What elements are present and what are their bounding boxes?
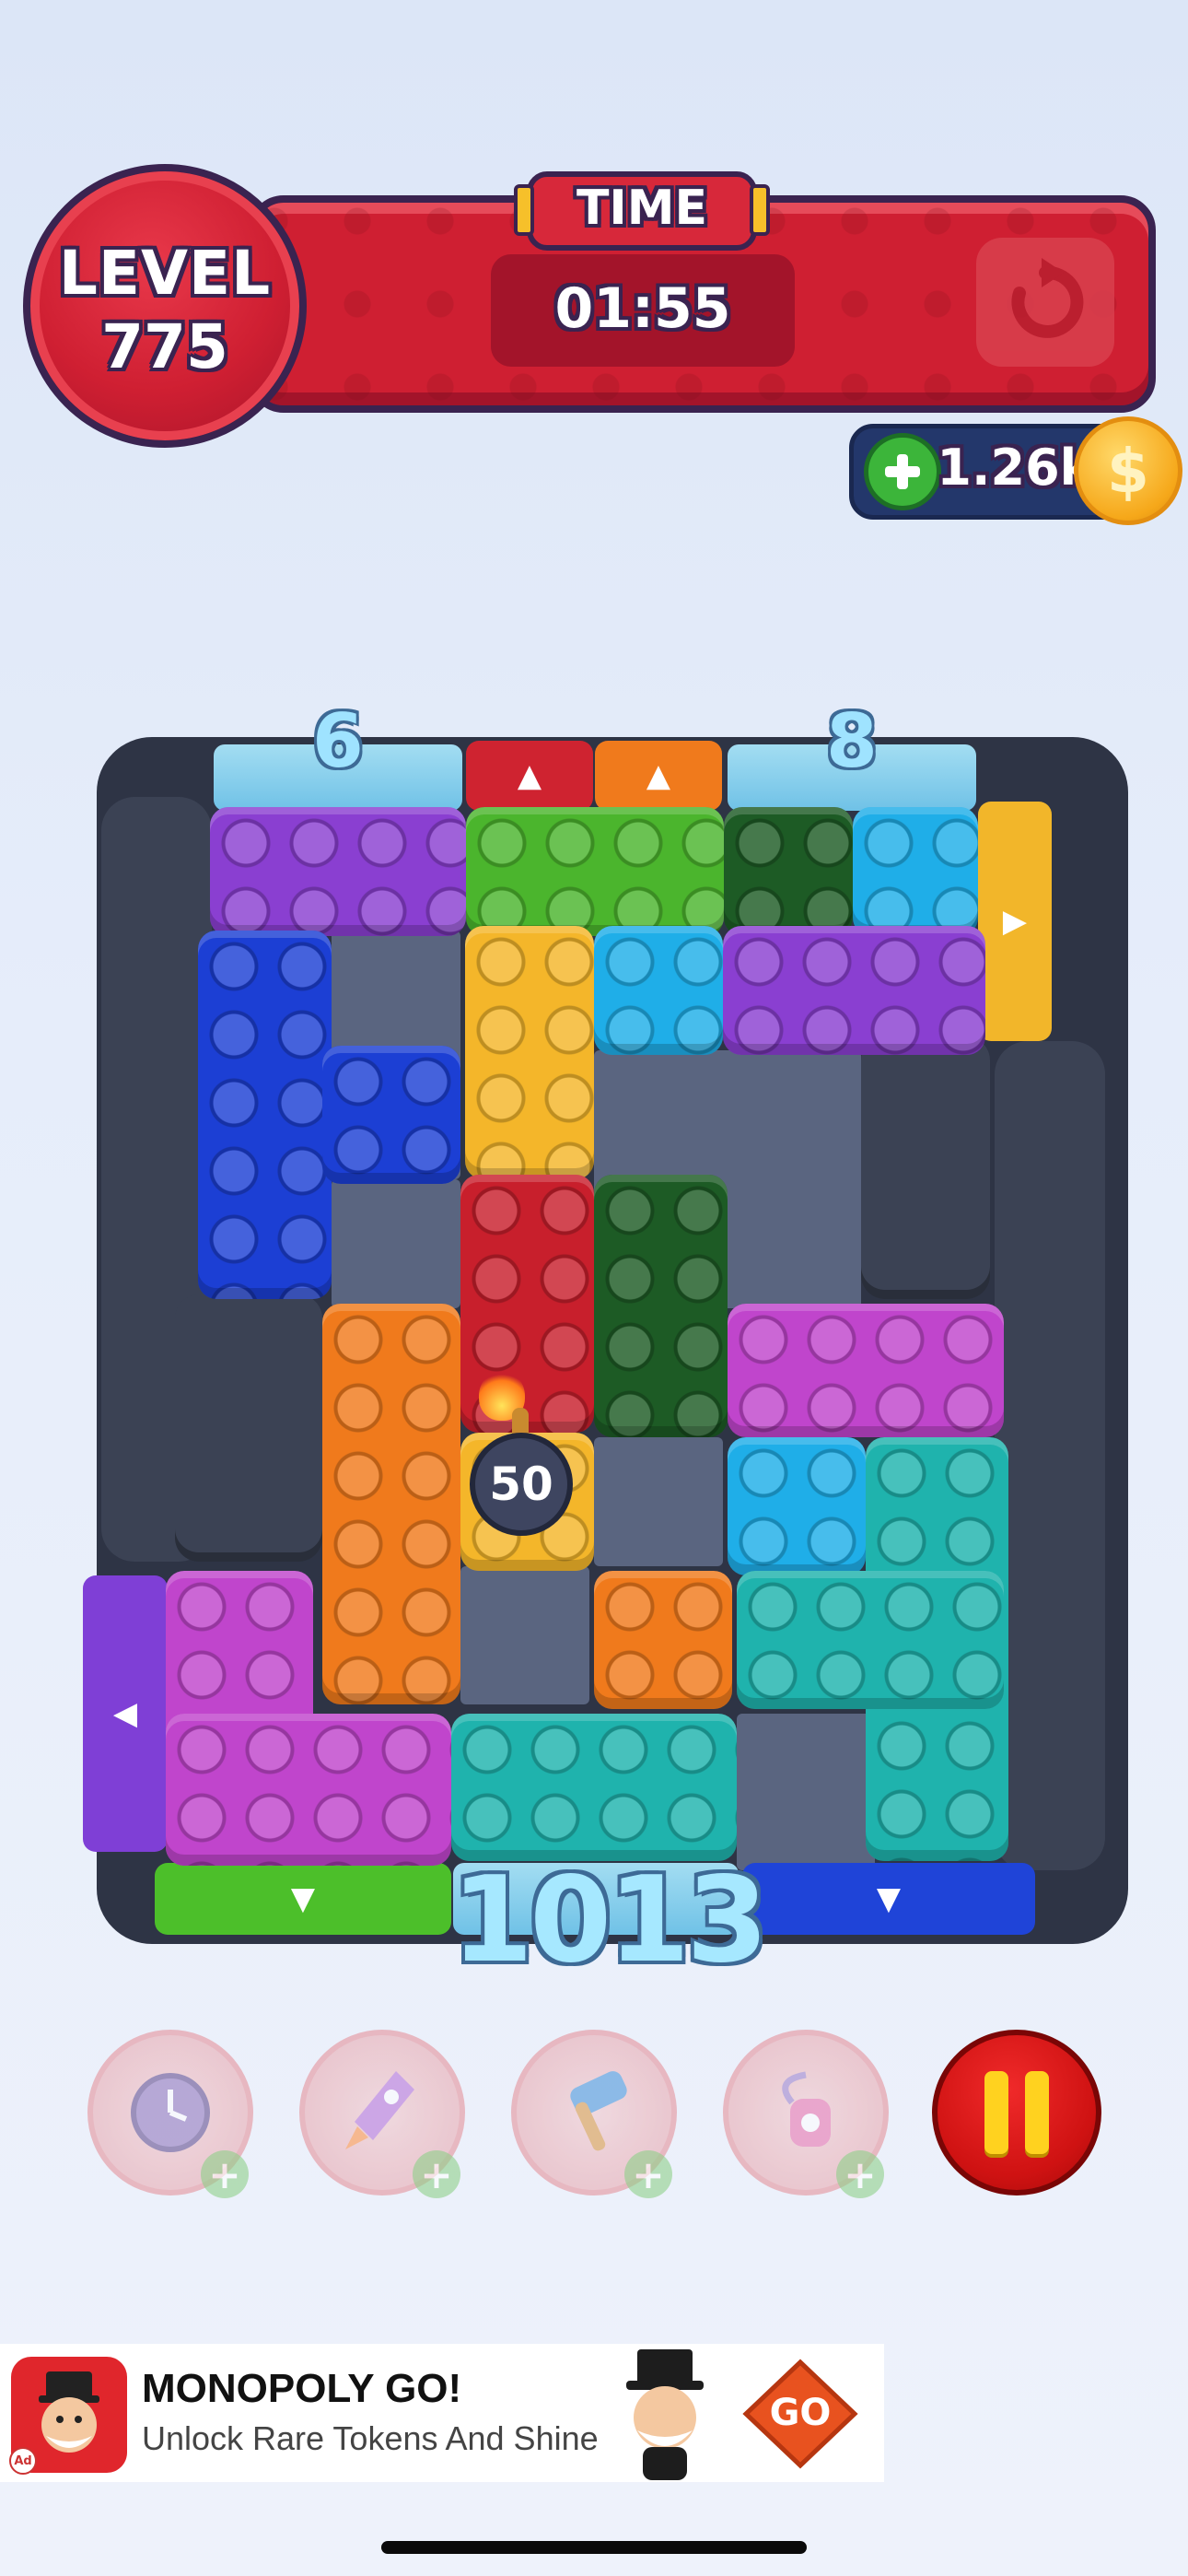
arrow-down-icon: ▼ [290,1880,316,1917]
block-green-top[interactable] [466,807,724,936]
add-powerup-icon[interactable]: + [624,2150,672,2198]
ad-go-button[interactable]: GO [740,2359,860,2469]
gate-top-red: ▲ [466,741,593,811]
ad-subtitle: Unlock Rare Tokens And Shine [142,2419,599,2457]
mascot-icon [39,2371,99,2453]
gate-bottom-green: ▼ [155,1863,451,1935]
hammer-icon [570,2071,627,2151]
pause-icon [1025,2071,1049,2154]
add-coins-button[interactable] [864,433,941,510]
block-teal-bottom[interactable] [451,1714,737,1861]
add-powerup-icon[interactable]: + [413,2150,460,2198]
timer-value: 01:55 [554,276,731,341]
coin-icon: $ [1074,416,1182,525]
block-magenta-right[interactable] [728,1304,1004,1437]
ice-counter-bottom: 1013 [451,1852,768,1989]
block-cyan-top[interactable] [853,807,978,936]
plus-icon [885,454,920,489]
restart-button[interactable] [976,238,1114,367]
ice-counter-right: 8 [826,698,878,784]
level-label: LEVEL [58,238,272,309]
block-purple-top[interactable] [210,807,466,936]
arrow-up-icon: ▲ [646,757,671,794]
gate-left-purple: ◀ [83,1575,168,1852]
block-darkgreen-mid[interactable] [594,1175,728,1437]
bomb-counter: 50 [470,1433,573,1536]
arrow-left-icon: ◀ [112,1695,138,1732]
block-blue-t[interactable] [198,931,332,1299]
block-cyan-mid[interactable] [594,926,723,1055]
gate-right-yellow: ▶ [978,802,1052,1041]
block-cyan-low[interactable] [728,1437,866,1575]
clock-icon [131,2073,210,2152]
rocket-icon [345,2071,414,2149]
pause-button[interactable] [932,2030,1101,2195]
ice-counter-left: 6 [312,698,364,784]
arrow-right-icon: ▶ [1002,903,1028,940]
gate-top-orange: ▲ [595,741,722,811]
arrow-up-icon: ▲ [517,757,542,794]
empty-cell [737,1714,875,1870]
add-powerup-icon[interactable]: + [201,2150,249,2198]
block-orange-tall[interactable] [322,1304,460,1704]
home-indicator[interactable] [381,2541,807,2554]
empty-cell [332,1179,460,1308]
mascot-icon [626,2349,704,2480]
level-number: 775 [101,311,228,382]
coin-count: 1.26k [937,439,1093,497]
ad-title: MONOPOLY GO! [142,2366,462,2411]
vacuum-icon [782,2071,831,2147]
ad-mascot-image [600,2346,739,2480]
restart-icon [1011,258,1084,338]
add-powerup-icon[interactable]: + [836,2150,884,2198]
ad-go-label: GO [769,2392,832,2434]
time-label: TIME [576,181,708,236]
block-darkgreen-top[interactable] [724,807,853,936]
pause-icon [984,2071,1008,2154]
ad-tag: Ad [9,2447,37,2475]
block-blue-t-arm[interactable] [322,1046,460,1184]
block-yellow[interactable] [465,926,594,1179]
right-rail [995,1041,1105,1870]
block-teal-right-arm[interactable] [737,1571,1004,1709]
block-orange-small[interactable] [594,1571,732,1709]
gate-bottom-blue: ▼ [742,1863,1035,1935]
arrow-down-icon: ▼ [876,1880,902,1917]
wall-block [175,1294,322,1562]
empty-cell [594,1437,723,1566]
empty-cell [460,1566,589,1704]
block-purple-mid[interactable] [723,926,985,1055]
block-magenta-l-base[interactable] [166,1714,451,1866]
wall-block [861,1036,990,1299]
